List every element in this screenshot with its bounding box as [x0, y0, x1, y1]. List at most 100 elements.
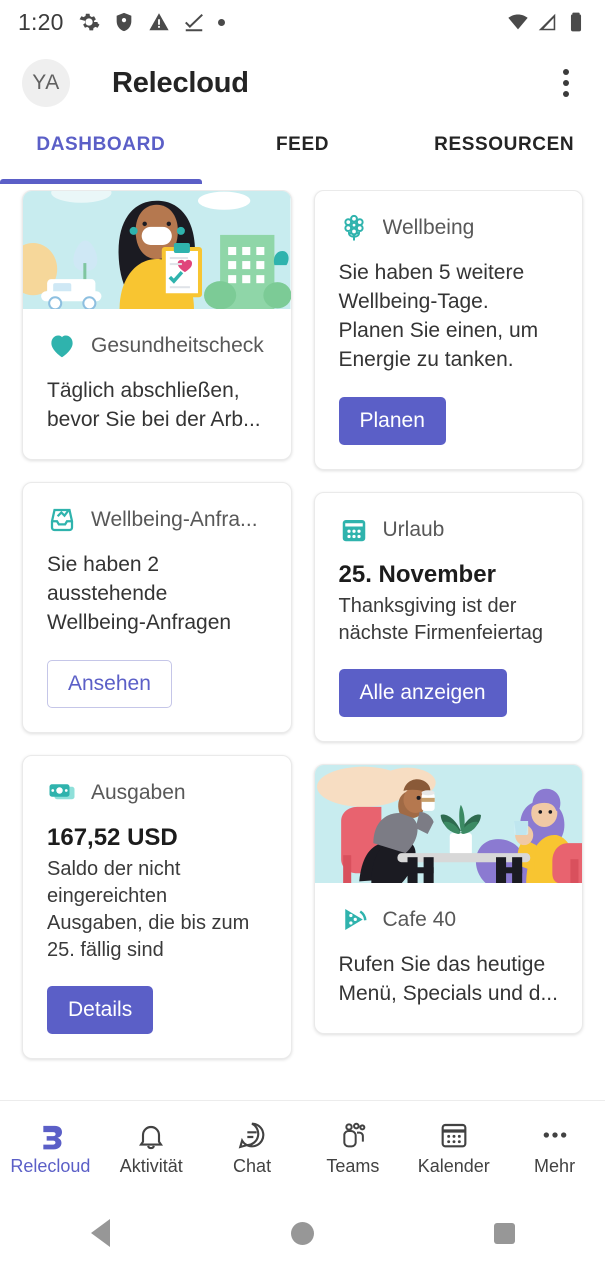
nav-item-kalender[interactable]: Kalender	[403, 1119, 504, 1177]
wellbeing-text: Sie haben 5 weitere Wellbeing-Tage. Plan…	[338, 261, 539, 371]
card-cafe[interactable]: Cafe 40 Rufen Sie das heutige Menü, Spec…	[313, 763, 583, 1034]
ellipsis-dot-icon	[563, 80, 569, 86]
urlaub-show-all-button[interactable]: Alle anzeigen	[338, 668, 507, 717]
warning-icon	[148, 13, 169, 31]
shield-icon	[116, 12, 131, 32]
card-urlaub[interactable]: Urlaub 25. November Thanksgiving ist der…	[313, 491, 583, 742]
card-ausgaben[interactable]: Ausgaben 167,52 USD Saldo der nicht eing…	[22, 754, 292, 1059]
nav-label-relecloud: Relecloud	[10, 1156, 91, 1176]
nav-item-mehr[interactable]: Mehr	[504, 1119, 605, 1177]
card-column-left: Gesundheitscheck Täglich abschließen, be…	[22, 190, 292, 1059]
phone-screen: 1:20 YA Relecloud DASHBOARD FEED RESSOUR…	[0, 0, 605, 1271]
home-circle-icon	[290, 1221, 314, 1245]
tab-feed-label: FEED	[275, 134, 330, 155]
status-time: 1:20	[18, 8, 64, 35]
wellbeing-title: Wellbeing	[382, 216, 475, 239]
gesundheitscheck-header: Gesundheitscheck	[47, 331, 267, 361]
cafe-illustration	[314, 764, 582, 883]
card-gesundheitscheck[interactable]: Gesundheitscheck Täglich abschließen, be…	[22, 190, 292, 460]
nav-item-chat[interactable]: Chat	[202, 1119, 303, 1177]
android-recents-button[interactable]	[464, 1195, 544, 1271]
bottom-navigation: Relecloud Aktivität Chat Teams Kalender …	[0, 1100, 605, 1195]
tab-ressourcen[interactable]: RESSOURCEN	[403, 122, 605, 184]
android-home-button[interactable]	[262, 1195, 342, 1271]
ausgaben-title: Ausgaben	[91, 780, 186, 804]
app-bar: YA Relecloud	[0, 44, 605, 122]
wellbeing-anfragen-header: Wellbeing-Anfra...	[47, 505, 267, 535]
inbox-tray-icon	[50, 508, 74, 532]
avatar[interactable]: YA	[22, 59, 70, 107]
wellbeing-anfragen-body: Wellbeing-Anfra... Sie haben 2 ausstehen…	[23, 483, 291, 732]
android-back-button[interactable]	[61, 1195, 141, 1271]
cafe-text: Rufen Sie das heutige Menü, Specials und…	[338, 952, 558, 1005]
pizza-icon	[344, 908, 366, 930]
wellbeing-anfragen-title: Wellbeing-Anfra...	[91, 507, 258, 531]
cafe-header: Cafe 40	[339, 905, 559, 935]
wellbeing-anfragen-view-button[interactable]: Ansehen	[47, 659, 172, 708]
nav-label-aktivitaet: Aktivität	[119, 1156, 183, 1176]
tab-feed[interactable]: FEED	[202, 122, 404, 184]
dashboard-content: Gesundheitscheck Täglich abschließen, be…	[0, 190, 605, 1100]
nav-item-relecloud[interactable]: Relecloud	[0, 1119, 101, 1177]
bell-icon	[139, 1126, 164, 1150]
ellipsis-icon	[543, 1132, 566, 1138]
gesundheitscheck-title: Gesundheitscheck	[91, 334, 264, 357]
cafe-body: Cafe 40 Rufen Sie das heutige Menü, Spec…	[315, 883, 583, 1033]
nav-item-teams[interactable]: Teams	[302, 1119, 403, 1177]
ellipsis-dot-icon	[563, 69, 569, 75]
nav-label-kalender: Kalender	[417, 1156, 490, 1176]
cellular-signal-icon	[538, 13, 556, 31]
card-column-right: Wellbeing Sie haben 5 weitere Wellbeing-…	[313, 190, 583, 1059]
overflow-menu-button[interactable]	[549, 66, 583, 100]
tab-ressourcen-label: RESSOURCEN	[434, 134, 575, 155]
calendar-icon	[342, 519, 365, 542]
tab-bar: DASHBOARD FEED RESSOURCEN	[0, 122, 605, 184]
calendar-icon	[441, 1123, 467, 1148]
recents-square-icon	[493, 1222, 515, 1244]
urlaub-title: Urlaub	[382, 517, 445, 541]
cafe-title: Cafe 40	[382, 907, 457, 931]
gesundheitscheck-body: Gesundheitscheck Täglich abschließen, be…	[23, 309, 291, 459]
chat-bubble-icon	[238, 1122, 265, 1149]
tab-dashboard[interactable]: DASHBOARD	[0, 122, 202, 184]
nav-label-chat: Chat	[233, 1156, 272, 1176]
wellbeing-anfragen-text: Sie haben 2 ausstehende Wellbeing-Anfrag…	[47, 552, 232, 634]
wellbeing-body: Wellbeing Sie haben 5 weitere Wellbeing-…	[315, 191, 583, 469]
gesundheitscheck-text: Täglich abschließen, bevor Sie bei der A…	[47, 379, 261, 431]
wellbeing-header: Wellbeing	[339, 213, 559, 243]
status-left-icons	[78, 11, 225, 33]
ellipsis-dot-icon	[563, 91, 569, 97]
flower-icon	[343, 214, 364, 241]
ausgaben-body: Ausgaben 167,52 USD Saldo der nicht eing…	[23, 756, 291, 1058]
ausgaben-amount: 167,52 USD	[47, 823, 178, 851]
urlaub-headline: 25. November	[338, 560, 496, 588]
android-system-navigation	[0, 1195, 605, 1271]
status-bar: 1:20	[0, 0, 605, 44]
card-wellbeing-anfragen[interactable]: Wellbeing-Anfra... Sie haben 2 ausstehen…	[22, 481, 292, 733]
nav-label-mehr: Mehr	[534, 1156, 576, 1176]
wellbeing-plan-button[interactable]: Planen	[338, 396, 446, 445]
gesundheitscheck-illustration	[23, 191, 291, 309]
battery-icon	[570, 12, 582, 32]
gear-icon	[79, 13, 100, 31]
nav-item-aktivitaet[interactable]: Aktivität	[101, 1119, 202, 1177]
ausgaben-details-button[interactable]: Details	[47, 985, 154, 1034]
dot-icon	[217, 18, 225, 26]
urlaub-header: Urlaub	[339, 515, 559, 545]
ausgaben-text: Saldo der nicht eingereichten Ausgaben, …	[47, 857, 250, 961]
page-title: Relecloud	[112, 66, 249, 99]
back-triangle-icon	[91, 1219, 111, 1247]
status-right-icons	[507, 11, 587, 33]
urlaub-text: Thanksgiving ist der nächste Firmenfeier…	[338, 594, 544, 644]
heart-icon	[51, 335, 73, 358]
card-wellbeing[interactable]: Wellbeing Sie haben 5 weitere Wellbeing-…	[313, 190, 583, 470]
nav-label-teams: Teams	[326, 1156, 380, 1176]
urlaub-body: Urlaub 25. November Thanksgiving ist der…	[315, 493, 583, 741]
teams-people-icon	[343, 1122, 366, 1148]
ausgaben-header: Ausgaben	[47, 778, 267, 808]
wifi-icon	[508, 14, 528, 30]
checkmark-underline-icon	[184, 13, 203, 32]
card-grid: Gesundheitscheck Täglich abschließen, be…	[22, 190, 583, 1059]
relecloud-logo-icon	[43, 1125, 63, 1150]
money-icon	[49, 784, 75, 800]
